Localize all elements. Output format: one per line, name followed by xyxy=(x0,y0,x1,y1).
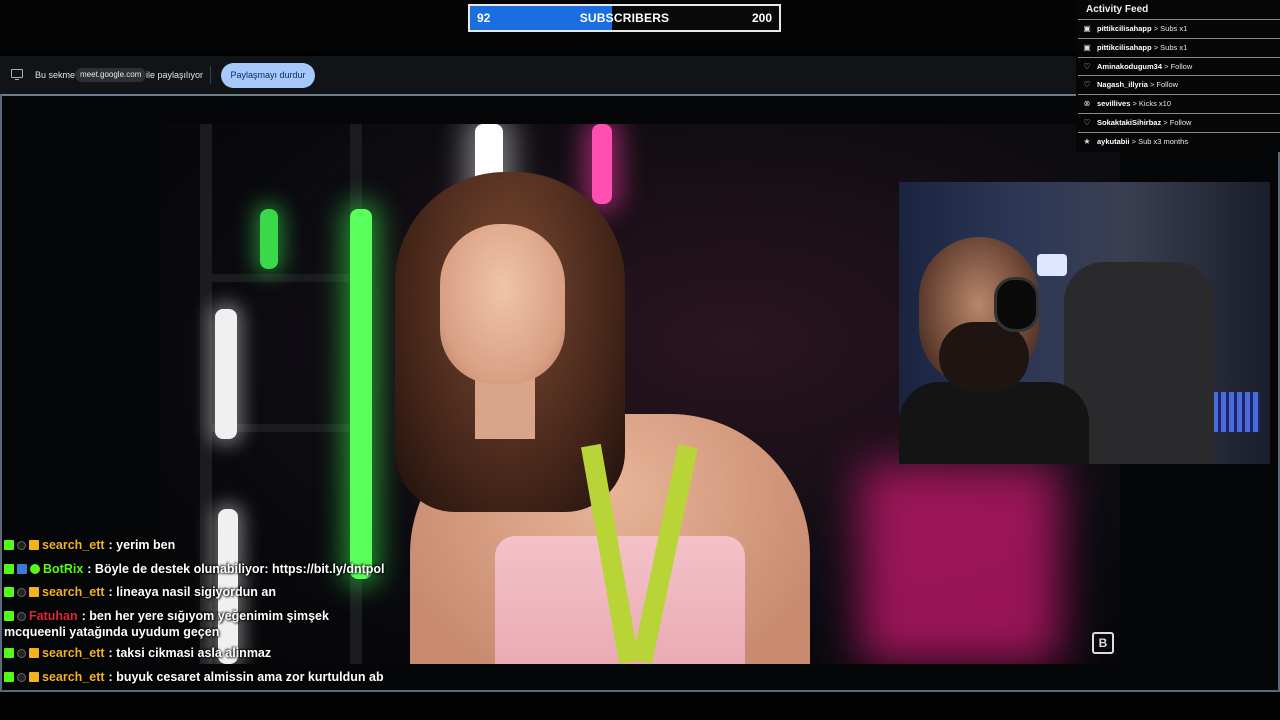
heart-icon: ♡ xyxy=(1083,80,1091,90)
heart-icon: ♡ xyxy=(1083,117,1091,127)
activity-feed-action: > Follow xyxy=(1147,80,1179,90)
activity-feed-user: Nagash_illyria xyxy=(1097,80,1148,90)
streamer-webcam xyxy=(899,182,1270,464)
moderator-badge-icon xyxy=(17,672,26,682)
activity-feed-action: > Follow xyxy=(1161,117,1192,127)
channel-logo-icon: B xyxy=(1092,632,1114,654)
activity-feed-user: sevillives xyxy=(1097,99,1131,109)
gift-icon: ▣ xyxy=(1083,24,1091,33)
kick-badge-icon xyxy=(4,671,14,682)
chat-text: : yerim ben xyxy=(108,538,176,552)
activity-feed-text: aykutabii > Sub x3 months xyxy=(1097,137,1188,146)
chat-username[interactable]: search_ett xyxy=(42,538,105,552)
shared-domain-chip: meet.google.com xyxy=(75,68,147,82)
activity-feed-item: ★ aykutabii > Sub x3 months xyxy=(1078,131,1280,151)
subscriber-crown-icon xyxy=(29,587,39,598)
gift-icon: ▣ xyxy=(1083,42,1091,52)
activity-feed-user: pittikcilisahapp xyxy=(1097,24,1152,33)
green-neon-light xyxy=(260,209,278,269)
lamp xyxy=(1037,254,1067,276)
chat-message: Fatuhan: ben her yere sığıyom yeğenimim … xyxy=(4,605,424,640)
activity-feed-action: > Sub x3 months xyxy=(1129,136,1189,146)
activity-feed-text: Nagash_illyria > Follow xyxy=(1097,80,1178,89)
activity-feed-action: > Subs x1 xyxy=(1151,42,1188,52)
chat-message: search_ett: buyuk cesaret almissin ama z… xyxy=(4,666,424,690)
kick-badge-icon xyxy=(4,587,14,598)
screen-share-icon xyxy=(11,69,23,80)
activity-feed-action: > Kicks x10 xyxy=(1130,99,1172,109)
divider xyxy=(210,66,211,84)
white-neon-light xyxy=(215,309,237,439)
person-face xyxy=(440,224,565,384)
activity-feed-text: pittikcilisahapp > Subs x1 xyxy=(1097,24,1187,33)
activity-feed-item: ♡ Nagash_illyria > Follow xyxy=(1078,75,1280,94)
activity-feed-text: pittikcilisahapp > Subs x1 xyxy=(1097,43,1187,52)
activity-feed-user: pittikcilisahapp xyxy=(1097,42,1152,52)
subscriber-crown-icon xyxy=(29,671,39,682)
chat-username[interactable]: search_ett xyxy=(42,670,105,684)
pink-neon-light xyxy=(592,124,612,204)
chat-message: search_ett: taksi cikmasi asla alinmaz xyxy=(4,642,424,666)
pink-glow xyxy=(860,464,1060,664)
kick-badge-icon xyxy=(4,563,14,574)
chat-username[interactable]: BotRix xyxy=(43,562,83,576)
share-text-before: Bu sekme xyxy=(35,70,76,80)
activity-feed-item: ▣ pittikcilisahapp > Subs x1 xyxy=(1078,37,1280,57)
star-icon: ★ xyxy=(1083,136,1091,146)
chat-username[interactable]: search_ett xyxy=(42,585,105,599)
subscriber-crown-icon xyxy=(29,647,39,658)
chat-text: : taksi cikmasi asla alinmaz xyxy=(108,645,272,660)
verified-badge-icon xyxy=(30,563,40,574)
activity-feed-item: ▣ pittikcilisahapp > Subs x1 xyxy=(1078,19,1280,38)
bottom-bar xyxy=(0,692,1280,720)
chat-text-continued: mcqueenli yatağında uyudum geçen xyxy=(4,624,220,639)
chat-username[interactable]: search_ett xyxy=(42,646,105,660)
activity-feed-list: ▣ pittikcilisahapp > Subs x1 ▣ pittikcilisa… xyxy=(1078,19,1280,151)
activity-feed-title: Activity Feed xyxy=(1086,4,1149,15)
activity-feed-user: SokaktakiSihirbaz xyxy=(1097,117,1162,127)
stop-sharing-button[interactable]: Paylaşmayı durdur xyxy=(221,63,315,88)
green-neon-light xyxy=(350,209,372,579)
streamer-body xyxy=(899,382,1089,464)
chat-username[interactable]: Fatuhan xyxy=(29,609,78,623)
chat-text: : ben her yere sığıyom yeğenimim şimşek xyxy=(81,609,329,624)
kick-badge-icon xyxy=(4,647,14,658)
moderator-badge-icon xyxy=(17,612,26,622)
kick-badge-icon xyxy=(4,540,14,550)
kick-icon: ⊗ xyxy=(1083,99,1091,109)
chat-text: : lineaya nasil sigiyordun an xyxy=(108,585,276,600)
bot-badge-icon xyxy=(17,563,27,574)
shelf-board xyxy=(200,274,360,282)
moderator-badge-icon xyxy=(17,648,26,658)
streamer-beard xyxy=(939,322,1029,392)
chat-message: BotRix : Böyle de destek olunabiliyor: ht… xyxy=(4,558,424,582)
subscriber-crown-icon xyxy=(29,540,39,550)
activity-feed-text: SokaktakiSihirbaz > Follow xyxy=(1097,118,1191,127)
activity-feed-text: Aminakodugum34 > Follow xyxy=(1097,62,1192,71)
subscriber-goal-target: 200 xyxy=(751,11,772,25)
activity-feed-item: ♡ Aminakodugum34 > Follow xyxy=(1078,56,1280,76)
chat-message: search_ett: yerim ben xyxy=(4,534,424,558)
activity-feed-text: sevillives > Kicks x10 xyxy=(1097,99,1171,108)
heart-icon: ♡ xyxy=(1083,61,1091,71)
activity-feed-user: aykutabii xyxy=(1097,136,1130,146)
subscriber-goal-bar: 92 SUBSCRIBERS 200 xyxy=(468,4,781,32)
chat-text: : buyuk cesaret almissin ama zor kurtuld… xyxy=(108,669,384,684)
chat-overlay: search_ett: yerim ben BotRix: Böyle de de… xyxy=(4,534,424,713)
activity-feed-action: > Subs x1 xyxy=(1151,24,1188,33)
activity-feed-user: Aminakodugum34 xyxy=(1097,61,1163,71)
activity-feed-item: ⊗ sevillives > Kicks x10 xyxy=(1078,94,1280,113)
activity-feed-item: ♡ SokaktakiSihirbaz > Follow xyxy=(1078,112,1280,132)
activity-feed: Activity Feed ▣ pittikcilisahapp > Subs x… xyxy=(1076,0,1280,152)
headphones-icon xyxy=(994,277,1039,332)
screen-share-bar: Bu sekme meet.google.com ile paylaşılıyo… xyxy=(0,56,1076,94)
subscriber-goal-label: SUBSCRIBERS xyxy=(579,11,670,25)
chat-message: search_ett: lineaya nasil sigiyordun an xyxy=(4,581,424,605)
kick-badge-icon xyxy=(4,611,14,622)
moderator-badge-icon xyxy=(17,541,26,550)
chat-text: : Böyle de destek olunabiliyor: https://… xyxy=(87,561,385,576)
share-text-after: ile paylaşılıyor xyxy=(146,70,204,80)
moderator-badge-icon xyxy=(17,588,26,598)
activity-feed-action: > Follow xyxy=(1162,61,1193,71)
